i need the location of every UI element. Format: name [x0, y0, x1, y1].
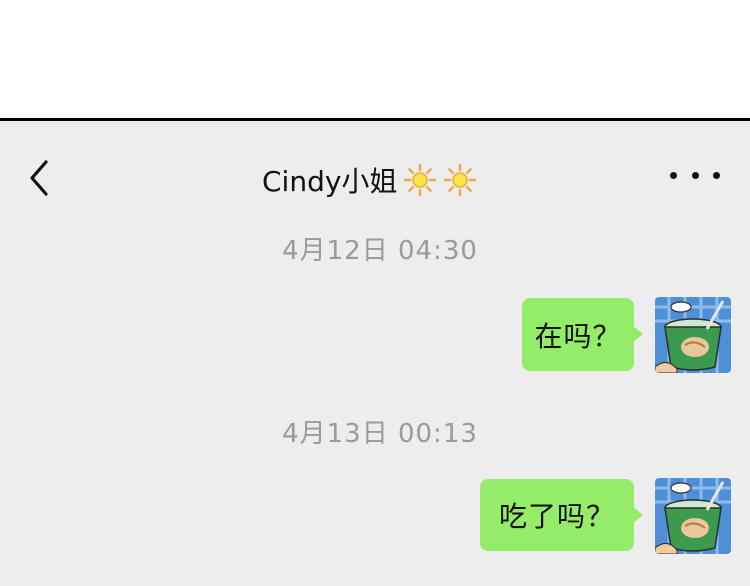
sun-icon [444, 163, 477, 197]
more-dots-icon [713, 171, 720, 179]
noodle-cup-avatar [655, 297, 731, 373]
chevron-left-icon [30, 160, 48, 196]
sun-icon [404, 163, 437, 197]
message-bubble[interactable]: 吃了吗？ [480, 479, 643, 551]
blank-panel [0, 0, 750, 118]
avatar[interactable] [655, 478, 731, 554]
noodle-cup-avatar [655, 478, 731, 554]
back-button[interactable] [22, 156, 58, 200]
message-timestamp: 4月12日 04:30 [282, 236, 478, 266]
more-options-button[interactable] [670, 160, 720, 190]
message-timestamp: 4月13日 00:13 [282, 419, 478, 449]
avatar[interactable] [655, 297, 731, 373]
chat-screen: Cindy小姐 4月12日 04:30 在吗？ 4月13日 00:13 吃了吗？ [0, 0, 750, 586]
chat-title: Cindy小姐 [262, 160, 477, 200]
more-dots-icon [691, 171, 699, 179]
contact-name: Cindy小姐 [262, 165, 398, 198]
more-dots-icon [670, 171, 677, 179]
message-bubble[interactable]: 在吗？ [522, 298, 643, 371]
